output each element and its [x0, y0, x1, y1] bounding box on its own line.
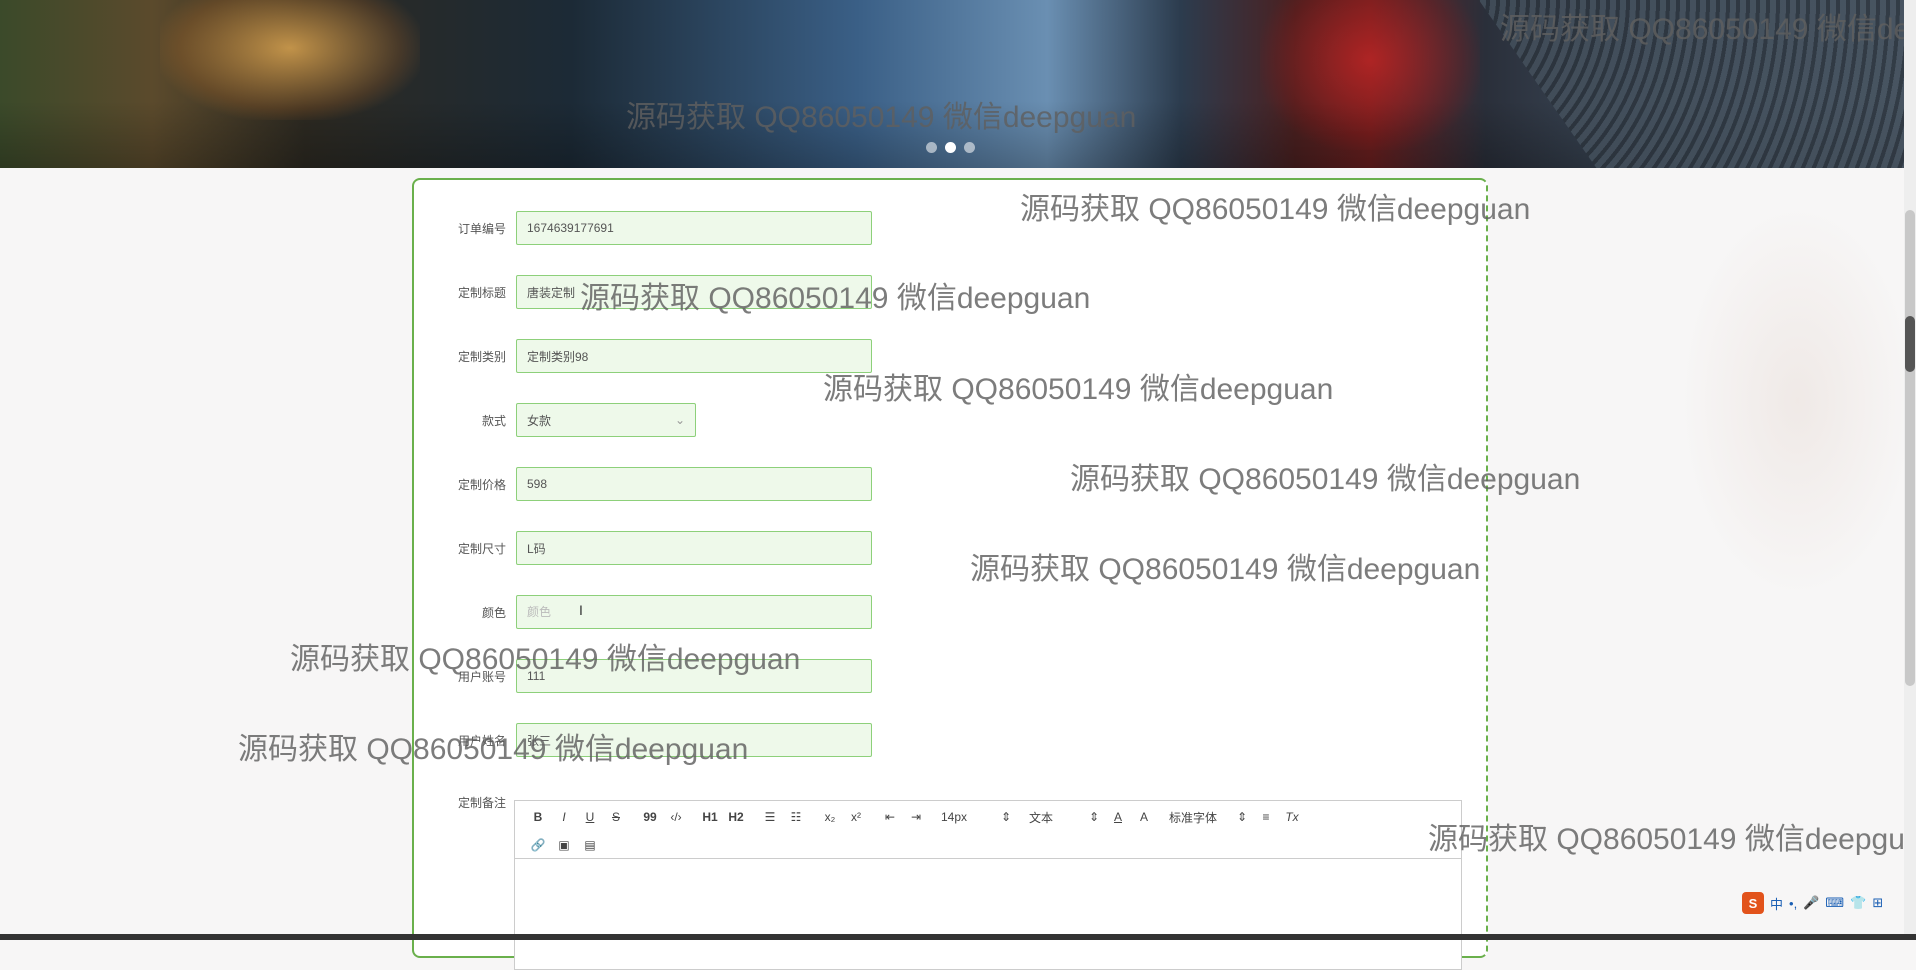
row-color: 颜色: [414, 594, 872, 630]
superscript-button[interactable]: x²: [843, 807, 869, 827]
font-family-value: 标准字体: [1169, 810, 1218, 825]
bold-button[interactable]: B: [525, 807, 551, 827]
name-label: 用户姓名: [457, 733, 506, 748]
rich-text-editor: B I U S 99 ‹/› H1 H2 ☰ ☷ x₂ x² ⇤ ⇥ 14px …: [514, 800, 1462, 970]
color-label: 颜色: [481, 605, 506, 620]
page-scrollbar[interactable]: [1904, 0, 1916, 940]
header-select[interactable]: 文本 ⇕: [1017, 807, 1105, 827]
scrollbar-thumb[interactable]: [1905, 210, 1915, 686]
ime-logo[interactable]: S: [1742, 892, 1764, 914]
category-input[interactable]: [516, 339, 872, 373]
font-family-select[interactable]: 标准字体 ⇕: [1157, 807, 1253, 827]
background-color-button[interactable]: A: [1131, 807, 1157, 827]
header-value: 文本: [1029, 810, 1054, 825]
title-label: 定制标题: [457, 285, 506, 300]
price-label: 定制价格: [457, 477, 506, 492]
size-label: 定制尺寸: [457, 541, 506, 556]
editor-toolbar: B I U S 99 ‹/› H1 H2 ☰ ☷ x₂ x² ⇤ ⇥ 14px …: [515, 801, 1461, 859]
category-label: 定制类别: [457, 349, 506, 364]
carousel-dot-1[interactable]: [926, 142, 937, 153]
row-order-no: 订单编号: [414, 210, 872, 246]
taskbar-edge: [0, 934, 1916, 940]
order-no-input[interactable]: [516, 211, 872, 245]
keyboard-icon[interactable]: ⌨: [1825, 895, 1844, 911]
text-color-button[interactable]: A: [1105, 807, 1131, 827]
banner-roof: [1478, 0, 1904, 168]
color-input[interactable]: [516, 595, 872, 629]
chevron-down-icon: ⌄: [674, 413, 685, 427]
order-no-label: 订单编号: [457, 221, 506, 236]
ime-item[interactable]: 中: [1770, 894, 1783, 913]
h1-button[interactable]: H1: [697, 807, 723, 827]
style-select[interactable]: 女款 ⌄: [516, 403, 696, 437]
outdent-button[interactable]: ⇤: [877, 807, 903, 827]
carousel-dot-3[interactable]: [964, 142, 975, 153]
watermark: 源码获取 QQ86050149 微信deepguan: [1428, 823, 1916, 856]
lotus-decoration: [1660, 170, 1910, 590]
video-icon[interactable]: ▤: [577, 835, 603, 855]
bullet-list-button[interactable]: ☷: [783, 807, 809, 827]
image-icon[interactable]: ▣: [551, 835, 577, 855]
row-price: 定制价格: [414, 466, 872, 502]
style-select-value: 女款: [527, 413, 552, 428]
text-cursor-icon: I: [579, 602, 583, 618]
row-style: 款式 女款 ⌄: [414, 402, 696, 438]
link-icon[interactable]: 🔗: [525, 835, 551, 855]
banner-lanterns: [1260, 0, 1480, 150]
row-account: 用户账号: [414, 658, 872, 694]
row-category: 定制类别: [414, 338, 872, 374]
font-size-select[interactable]: 14px ⇕: [929, 807, 1017, 827]
updown-icon: ⇕: [1088, 810, 1099, 824]
title-input[interactable]: [516, 275, 872, 309]
row-name: 用户姓名: [414, 722, 872, 758]
price-input[interactable]: [516, 467, 872, 501]
name-input[interactable]: [516, 723, 872, 757]
ordered-list-button[interactable]: ☰: [757, 807, 783, 827]
italic-button[interactable]: I: [551, 807, 577, 827]
underline-button[interactable]: U: [577, 807, 603, 827]
banner-carousel: [0, 0, 1904, 168]
clean-button[interactable]: Tx: [1279, 807, 1305, 827]
code-button[interactable]: ‹/›: [663, 807, 689, 827]
carousel-dot-2[interactable]: [945, 142, 956, 153]
ime-item[interactable]: •,: [1789, 896, 1797, 911]
indent-button[interactable]: ⇥: [903, 807, 929, 827]
updown-icon: ⇕: [1236, 810, 1247, 824]
row-title: 定制标题: [414, 274, 872, 310]
subscript-button[interactable]: x₂: [817, 807, 843, 827]
grid-icon[interactable]: ⊞: [1872, 895, 1883, 911]
style-label: 款式: [481, 413, 506, 428]
ime-toolbar: S 中 •, 🎤 ⌨ 👕 ⊞: [1742, 892, 1883, 914]
row-size: 定制尺寸: [414, 530, 872, 566]
account-label: 用户账号: [457, 669, 506, 684]
microphone-icon[interactable]: 🎤: [1803, 895, 1819, 911]
align-button[interactable]: ≡: [1253, 807, 1279, 827]
carousel-dots: [926, 142, 975, 153]
h2-button[interactable]: H2: [723, 807, 749, 827]
remark-label: 定制备注: [457, 796, 506, 810]
size-input[interactable]: [516, 531, 872, 565]
strike-button[interactable]: S: [603, 807, 629, 827]
font-size-value: 14px: [941, 810, 968, 824]
editor-content[interactable]: [515, 859, 1461, 969]
skin-icon[interactable]: 👕: [1850, 895, 1866, 911]
scrollbar-marker: [1905, 316, 1915, 372]
updown-icon: ⇕: [1000, 810, 1011, 824]
quote-button[interactable]: 99: [637, 807, 663, 827]
order-form: 订单编号 定制标题 定制类别 款式 女款 ⌄ 定制价格 定制尺寸 颜色 用户账号…: [412, 178, 1488, 970]
banner-lights: [160, 0, 420, 120]
account-input[interactable]: [516, 659, 872, 693]
